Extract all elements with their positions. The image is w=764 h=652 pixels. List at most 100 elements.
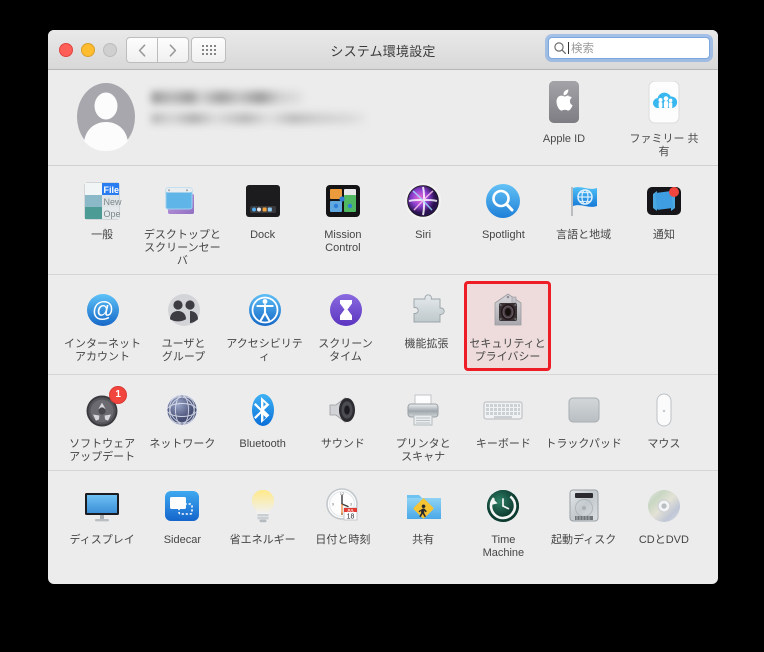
pane-label: Mission Control [324, 229, 362, 254]
extensions-icon [386, 287, 467, 333]
pane-label: ファミリー 共有 [629, 133, 699, 158]
svg-text:File: File [104, 185, 120, 195]
svg-text:18: 18 [346, 514, 354, 521]
pane-label: 言語と地域 [556, 229, 612, 241]
account-name-redacted [151, 91, 303, 104]
pane-row-1: File New Ope 一般 デスクトップと スクリーンセーバ Dock Mi… [48, 166, 718, 275]
pane-energy-saver[interactable]: 省エネルギー [223, 480, 303, 560]
sound-icon [303, 387, 383, 433]
pane-keyboard[interactable]: キーボード [463, 384, 543, 464]
bluetooth-icon [223, 387, 303, 433]
account-email-redacted [151, 113, 366, 124]
pane-screen-time[interactable]: スクリーン タイム [305, 284, 386, 368]
pane-label: セキュリティと プライバシー [469, 338, 546, 363]
pane-bluetooth[interactable]: Bluetooth [223, 384, 303, 464]
pane-dock[interactable]: Dock [223, 175, 303, 268]
date-time-icon: 12369 JUL 18 [303, 483, 383, 529]
pane-accessibility[interactable]: アクセシビリティ [224, 284, 305, 368]
pane-label: サウンド [320, 438, 365, 450]
pane-label: ソフトウェア アップデート [69, 438, 136, 463]
screen-time-icon [305, 287, 386, 333]
pane-internet-accounts[interactable]: @ インターネット アカウント [62, 284, 143, 368]
pane-siri[interactable]: Siri [383, 175, 463, 268]
search-placeholder: 検索 [571, 43, 594, 55]
pane-sharing[interactable]: 共有 [383, 480, 463, 560]
pane-network[interactable]: ネットワーク [142, 384, 222, 464]
preference-panes-grid: File New Ope 一般 デスクトップと スクリーンセーバ Dock Mi… [48, 166, 718, 566]
account-tiles: Apple ID ファミリー 共有 [526, 80, 702, 159]
pane-displays[interactable]: ディスプレイ [62, 480, 142, 560]
pane-row-3: 1 ソフトウェア アップデート ネットワーク Bluetooth サウンド プリ… [48, 375, 718, 471]
update-badge: 1 [109, 386, 128, 404]
text-caret [568, 42, 569, 54]
language-region-icon [544, 178, 624, 224]
search-input[interactable]: 検索 [548, 37, 710, 59]
general-icon: File New Ope [62, 178, 142, 224]
pane-spotlight[interactable]: Spotlight [463, 175, 543, 268]
svg-text:JUL: JUL [347, 509, 355, 513]
account-identity [151, 91, 366, 133]
startup-disk-icon [544, 483, 624, 529]
pane-label: デスクトップと スクリーンセーバ [143, 229, 221, 267]
pane-desktop-screensaver[interactable]: デスクトップと スクリーンセーバ [142, 175, 222, 268]
pane-label: ユーザと グループ [161, 338, 206, 363]
pane-label: Dock [250, 229, 276, 241]
avatar[interactable] [75, 81, 137, 153]
svg-text:12: 12 [340, 491, 345, 496]
software-update-icon [62, 387, 142, 433]
pane-apple-id[interactable]: Apple ID [526, 80, 602, 159]
pane-label: スクリーン タイム [318, 338, 373, 363]
pane-label: CDとDVD [638, 534, 689, 546]
pane-row-4: ディスプレイ Sidecar 省エネルギー 12 3 9 JUL 18 日付と時… [48, 471, 718, 566]
sharing-icon [383, 483, 463, 529]
mouse-icon [624, 387, 704, 433]
siri-icon [383, 178, 463, 224]
sidecar-icon [142, 483, 222, 529]
pane-startup-disk[interactable]: 起動ディスク [544, 480, 624, 560]
apple-id-account-row: Apple ID ファミリー 共有 [48, 70, 718, 166]
pane-time-machine[interactable]: Time Machine [463, 480, 543, 560]
pane-language-region[interactable]: 言語と地域 [544, 175, 624, 268]
mission-control-icon [303, 178, 383, 224]
pane-extensions[interactable]: 機能拡張 [386, 284, 467, 368]
svg-text:@: @ [91, 297, 113, 322]
cd-dvd-icon [624, 483, 704, 529]
pane-label: Siri [415, 229, 432, 241]
pane-sound[interactable]: サウンド [303, 384, 383, 464]
network-icon [142, 387, 222, 433]
pane-users-groups[interactable]: ユーザと グループ [143, 284, 224, 368]
users-groups-icon [143, 287, 224, 333]
pane-family-sharing[interactable]: ファミリー 共有 [626, 80, 702, 159]
pane-label: Apple ID [542, 133, 586, 145]
pane-sidecar[interactable]: Sidecar [142, 480, 222, 560]
pane-cd-dvd[interactable]: CDとDVD [624, 480, 704, 560]
user-avatar-icon [77, 83, 135, 152]
pane-label: 起動ディスク [551, 534, 617, 546]
pane-label: 共有 [412, 534, 435, 546]
pane-label: 機能拡張 [404, 338, 449, 350]
search-container[interactable]: 検索 [548, 37, 710, 59]
pane-label: 一般 [91, 229, 114, 241]
family-sharing-icon [626, 80, 702, 128]
pane-mission-control[interactable]: Mission Control [303, 175, 383, 268]
pane-date-time[interactable]: 12369 JUL 18 日付と時刻 [303, 480, 383, 560]
pane-trackpad[interactable]: トラックパッド [544, 384, 624, 464]
pane-notifications[interactable]: 通知 [624, 175, 704, 268]
pane-general[interactable]: File New Ope 一般 [62, 175, 142, 268]
pane-printers-scanners[interactable]: プリンタと スキャナ [383, 384, 463, 464]
pane-software-update[interactable]: 1 ソフトウェア アップデート [62, 384, 142, 464]
pane-mouse[interactable]: マウス [624, 384, 704, 464]
pane-row-2: @ インターネット アカウント ユーザと グループ アクセシビリティ スクリーン… [48, 275, 718, 375]
pane-label: ネットワーク [149, 438, 216, 450]
dock-icon [223, 178, 303, 224]
pane-security-privacy[interactable]: セキュリティと プライバシー [464, 281, 551, 371]
svg-text:Ope: Ope [104, 209, 121, 219]
desktop-screensaver-icon [142, 178, 222, 224]
displays-icon [62, 483, 142, 529]
pane-label: Time Machine [482, 534, 525, 559]
search-icon [554, 42, 567, 55]
pane-label: インターネット アカウント [64, 338, 141, 363]
pane-label: プリンタと スキャナ [395, 438, 451, 463]
accessibility-icon [224, 287, 305, 333]
system-preferences-window: システム環境設定 検索 Apple ID ファミリー 共有 File New O… [48, 30, 718, 584]
